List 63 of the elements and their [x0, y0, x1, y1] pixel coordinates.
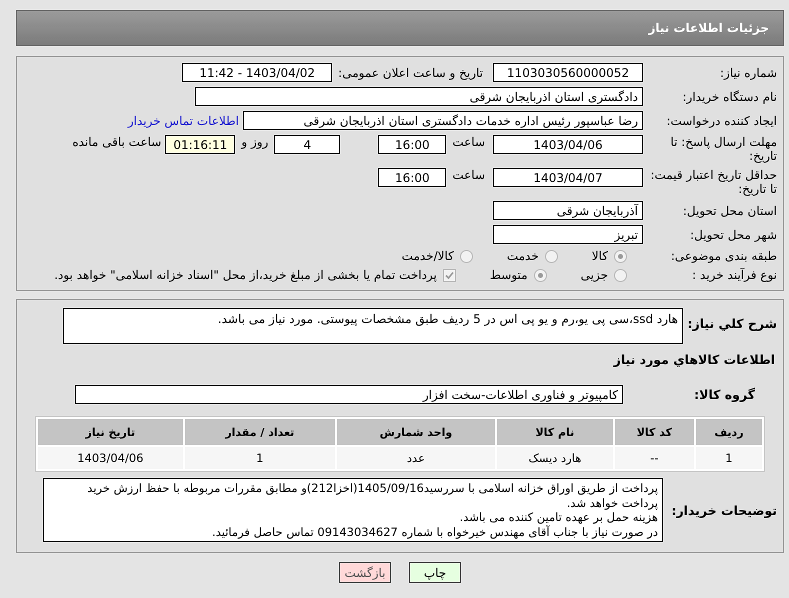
field-label: شهر محل تحویل:: [689, 228, 778, 242]
field-label: نوع فرآیند خرید :: [691, 268, 778, 282]
table-cell: --: [614, 447, 694, 469]
field-value: 1403/04/02 - 11:42: [182, 63, 332, 82]
field-value: تبریز: [493, 225, 643, 244]
note-text: هزینه حمل بر عهده تامین کننده می باشد.: [458, 510, 658, 524]
field-label: شرح کلي نياز:: [686, 315, 778, 331]
field-label: پرداخت تمام یا بخشی از مبلغ خرید،از محل "اسناد خزانه اسلامی" خواهد بود.: [54, 268, 437, 282]
field-label: شماره نیاز:: [719, 66, 778, 80]
field-value: 1403/04/07: [493, 168, 643, 187]
table-cell: عدد: [336, 447, 495, 469]
table-cell: 1403/04/06: [38, 447, 183, 469]
field-label: توضیحات خریدار:: [670, 502, 778, 518]
description-box: هارد ssd،سی پی یو،رم و یو پی اس در 5 ردیف طبق مشخصات پیوستی. مورد نیاز می باشد.: [63, 308, 683, 344]
note-text: پرداخت از طریق اوراق خزانه اسلامی با سررسید1405/09/16(اخزا212)و مطابق مقررات مربوطه با حفظ ارزش خرید پرداخت خواهد شد.: [86, 481, 658, 510]
countdown-field: 01:16:11: [165, 135, 236, 154]
field-label: گروه کالا:: [693, 387, 756, 402]
field-value: کامپیوتر و فناوری اطلاعات-سخت افزار: [75, 385, 623, 404]
field-value: 16:00: [378, 168, 446, 187]
section-title: اطلاعات کالاهاي مورد نياز: [614, 352, 775, 367]
column-header: تاریخ نیاز: [38, 419, 183, 445]
field-label: متوسط: [490, 268, 528, 282]
radio-button[interactable]: [614, 268, 627, 282]
back-button[interactable]: بازگشت: [339, 562, 391, 583]
field-value: 1103030560000052: [493, 63, 643, 82]
table-cell: هارد دیسک: [496, 447, 613, 469]
note-text: در صورت نیاز با جناب آقای مهندس خیرخواه با شماره 09143034627 تماس حاصل فرمائید.: [211, 524, 658, 539]
field-value: 4: [274, 135, 340, 154]
radio-button[interactable]: [544, 250, 558, 262]
column-header: واحد شمارش: [336, 419, 495, 445]
field-label: حداقل تاریخ اعتبار قیمت: تا تاریخ:: [649, 168, 778, 196]
print-button[interactable]: چاپ: [409, 562, 461, 583]
field-label: جزیی: [580, 268, 608, 282]
field-label: ایجاد کننده درخواست:: [665, 114, 778, 128]
field-label: ساعت: [452, 168, 485, 182]
field-label: نام دستگاه خریدار:: [682, 90, 778, 104]
field-label: مهلت ارسال پاسخ: تا تاریخ:: [669, 135, 778, 163]
field-value: دادگستری استان اذربایجان شرقی: [195, 87, 643, 106]
column-header: تعداد / مقدار: [184, 419, 335, 445]
radio-button[interactable]: [534, 268, 547, 282]
page-title-bar: جزئیات اطلاعات نیاز: [16, 10, 784, 46]
field-label: ساعت: [452, 135, 485, 149]
table-cell: 1: [696, 447, 762, 469]
column-header: ردیف: [696, 419, 762, 445]
field-label: خدمت: [506, 249, 539, 263]
field-label: تاریخ و ساعت اعلان عمومی:: [338, 66, 483, 80]
column-header: کد کالا: [614, 419, 694, 445]
field-value: 1403/04/06: [493, 135, 643, 154]
checkbox[interactable]: [442, 268, 456, 282]
field-value: رضا عباسپور رئیس اداره خدمات دادگستری استان اذربایجان شرقی: [243, 111, 643, 130]
field-label: طبقه بندی موضوعی:: [670, 249, 778, 263]
radio-button[interactable]: [460, 250, 473, 262]
buyer-contact-link[interactable]: اطلاعات تماس خریدار: [128, 114, 239, 128]
column-header: نام کالا: [496, 419, 613, 445]
radio-button[interactable]: [614, 250, 627, 262]
field-label: ساعت باقی مانده: [72, 135, 162, 149]
field-label: استان محل تحویل:: [682, 204, 778, 218]
field-label: کالا/خدمت: [402, 249, 454, 263]
field-value: آذربایجان شرقی: [493, 201, 643, 220]
field-value: 16:00: [378, 135, 446, 154]
field-label: کالا: [592, 249, 608, 263]
table-cell: 1: [184, 447, 335, 469]
field-label: روز و: [241, 135, 268, 149]
